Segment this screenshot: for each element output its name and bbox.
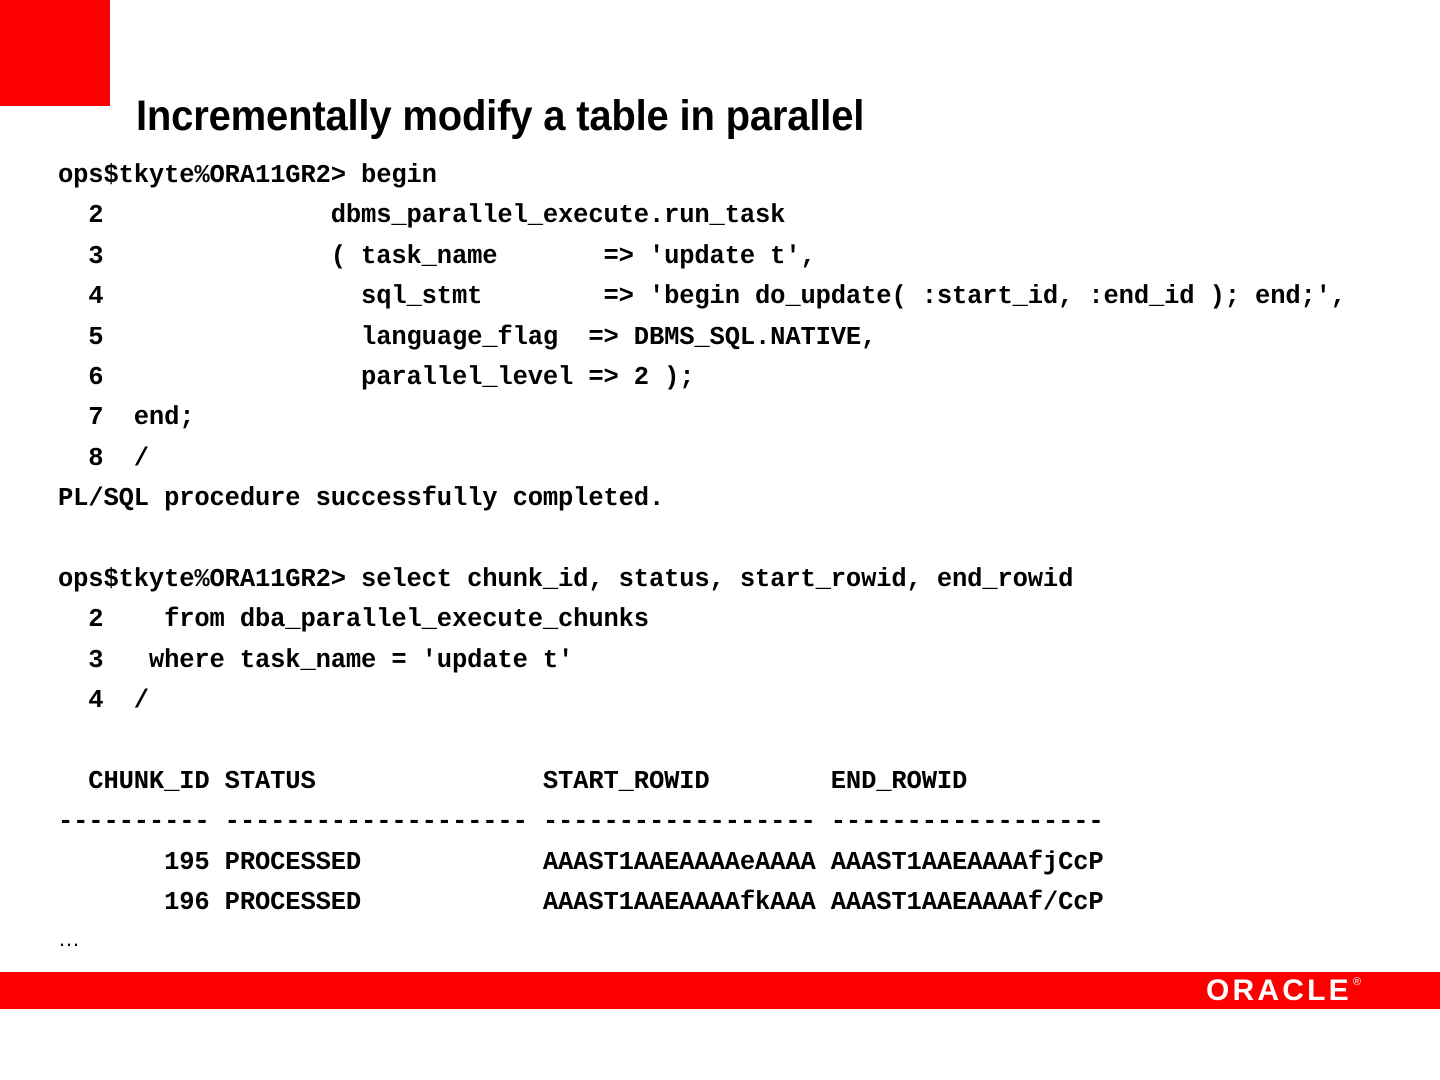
- console-line: CHUNK_ID STATUS START_ROWID END_ROWID: [58, 766, 968, 796]
- sql-console-transcript: ops$tkyte%ORA11GR2> begin 2 dbms_paralle…: [58, 156, 1418, 923]
- console-line: 5 language_flag => DBMS_SQL.NATIVE,: [58, 322, 877, 352]
- oracle-logo: ORACLE ®: [1206, 974, 1361, 1007]
- console-line: PL/SQL procedure successfully completed.: [58, 484, 665, 514]
- corner-accent-square: [0, 0, 110, 106]
- console-line: 6 parallel_level => 2 );: [58, 362, 695, 392]
- registered-trademark-icon: ®: [1352, 976, 1361, 988]
- console-line: 4 sql_stmt => 'begin do_update( :start_i…: [58, 282, 1346, 312]
- console-line: 3 where task_name = 'update t': [58, 645, 574, 675]
- console-line: 8 /: [58, 443, 149, 473]
- console-line: ---------- -------------------- --------…: [58, 807, 1104, 837]
- console-line: 7 end;: [58, 403, 195, 433]
- truncation-ellipsis: …: [58, 926, 80, 951]
- console-line: 2 from dba_parallel_execute_chunks: [58, 605, 649, 635]
- console-line: 196 PROCESSED AAAST1AAEAAAAfkAAA AAAST1A…: [58, 888, 1104, 918]
- console-line: 3 ( task_name => 'update t',: [58, 241, 816, 271]
- console-line: 4 /: [58, 686, 149, 716]
- console-line: ops$tkyte%ORA11GR2> select chunk_id, sta…: [58, 564, 1074, 594]
- console-line: 2 dbms_parallel_execute.run_task: [58, 201, 786, 231]
- console-line: 195 PROCESSED AAAST1AAEAAAAeAAAA AAAST1A…: [58, 847, 1104, 877]
- console-line: ops$tkyte%ORA11GR2> begin: [58, 161, 437, 190]
- oracle-wordmark: ORACLE: [1206, 973, 1352, 1007]
- page-title: Incrementally modify a table in parallel: [136, 91, 865, 140]
